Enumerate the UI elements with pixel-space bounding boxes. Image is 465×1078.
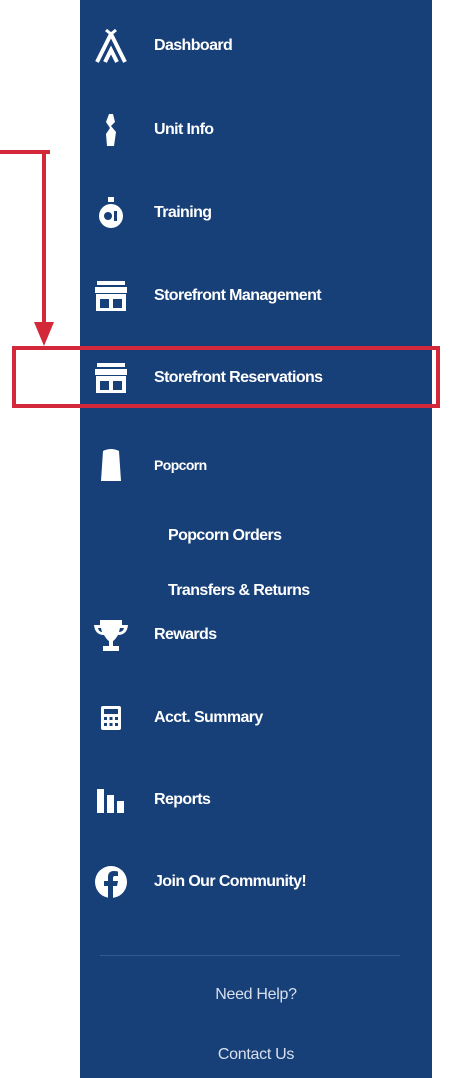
sidebar-item-join-community[interactable]: Join Our Community! [80,852,432,912]
sidebar-item-acct-summary[interactable]: Acct. Summary [80,688,432,748]
sidebar-item-label: Reports [154,791,211,808]
trophy-icon [94,615,128,655]
divider [100,955,400,956]
need-help-text: Need Help? [215,986,297,1003]
bar-chart-icon [94,780,128,820]
sidebar-item-label: Rewards [154,626,217,643]
annotation-arrowhead [34,322,54,346]
sidebar-item-label: Popcorn [154,457,207,473]
sidebar-item-training[interactable]: Training [80,183,432,243]
annotation-arrow-vertical [42,150,46,324]
sidebar-item-storefront-reservations[interactable]: Storefront Reservations [80,348,432,408]
sidebar-item-popcorn[interactable]: Popcorn [80,435,432,495]
sidebar-item-dashboard[interactable]: Dashboard [80,16,432,76]
submenu-item-transfers-returns[interactable]: Transfers & Returns [168,582,310,600]
sidebar-item-unit-info[interactable]: Unit Info [80,100,432,160]
sidebar-item-rewards[interactable]: Rewards [80,605,432,665]
storefront-icon [94,358,128,398]
sidebar-item-label: Acct. Summary [154,709,263,726]
training-icon [94,193,128,233]
sidebar-item-label: Dashboard [154,37,233,54]
tent-icon [94,26,128,66]
submenu-item-popcorn-orders[interactable]: Popcorn Orders [168,527,282,545]
sidebar-item-label: Training [154,204,212,221]
calculator-icon [94,698,128,738]
sidebar-item-storefront-management[interactable]: Storefront Management [80,266,432,326]
storefront-icon [94,276,128,316]
knot-icon [94,110,128,150]
sidebar-item-label: Join Our Community! [154,873,307,890]
sidebar-item-label: Storefront Management [154,287,322,304]
popcorn-icon [94,445,128,485]
sidebar-item-label: Unit Info [154,121,214,138]
sidebar-item-reports[interactable]: Reports [80,770,432,830]
sidebar-item-label: Storefront Reservations [154,369,323,386]
contact-us-link[interactable]: Contact Us [80,1046,432,1064]
facebook-icon [94,862,128,902]
